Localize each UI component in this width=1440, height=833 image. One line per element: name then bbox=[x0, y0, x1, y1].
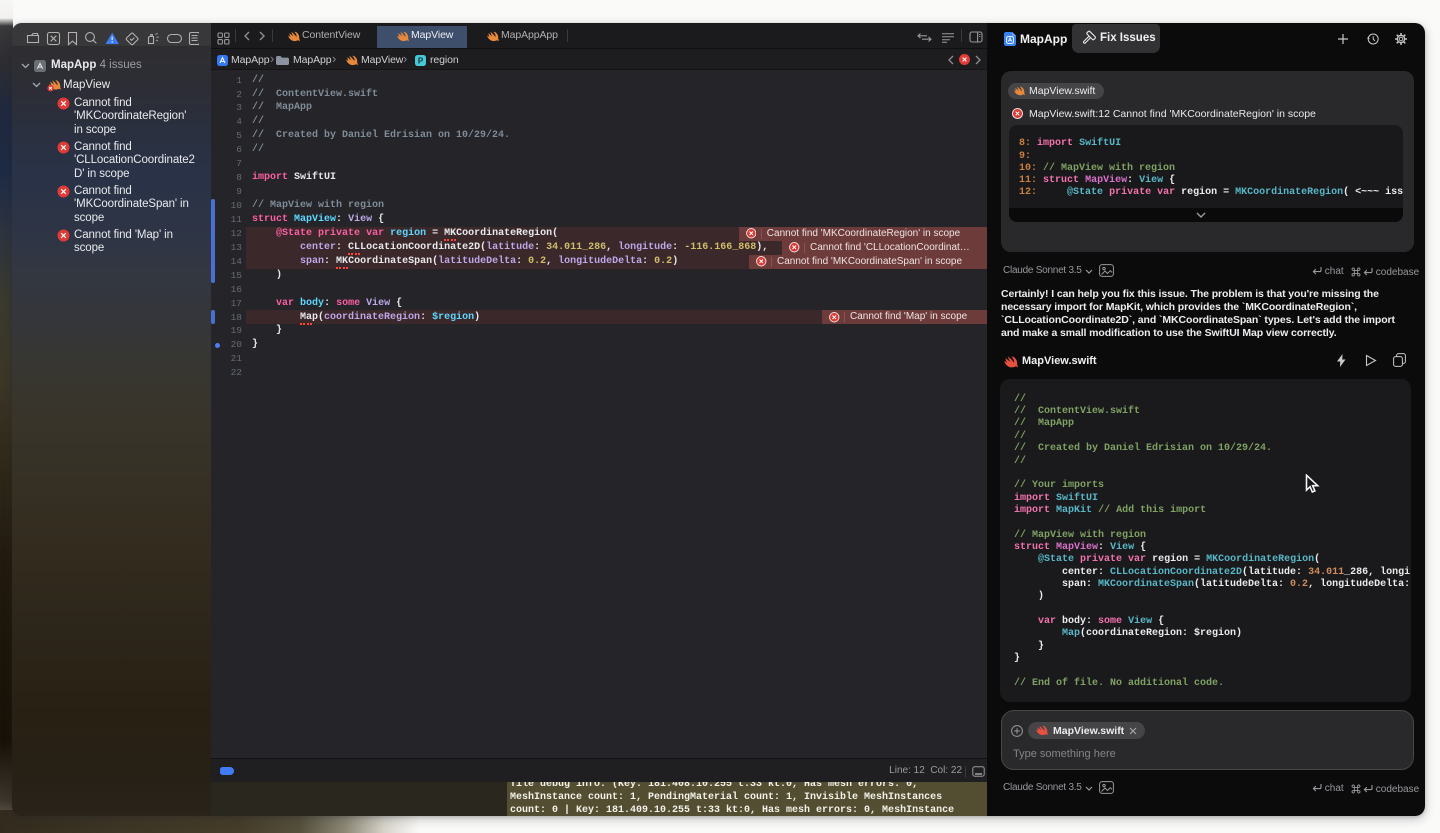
svg-text:P: P bbox=[418, 56, 424, 65]
